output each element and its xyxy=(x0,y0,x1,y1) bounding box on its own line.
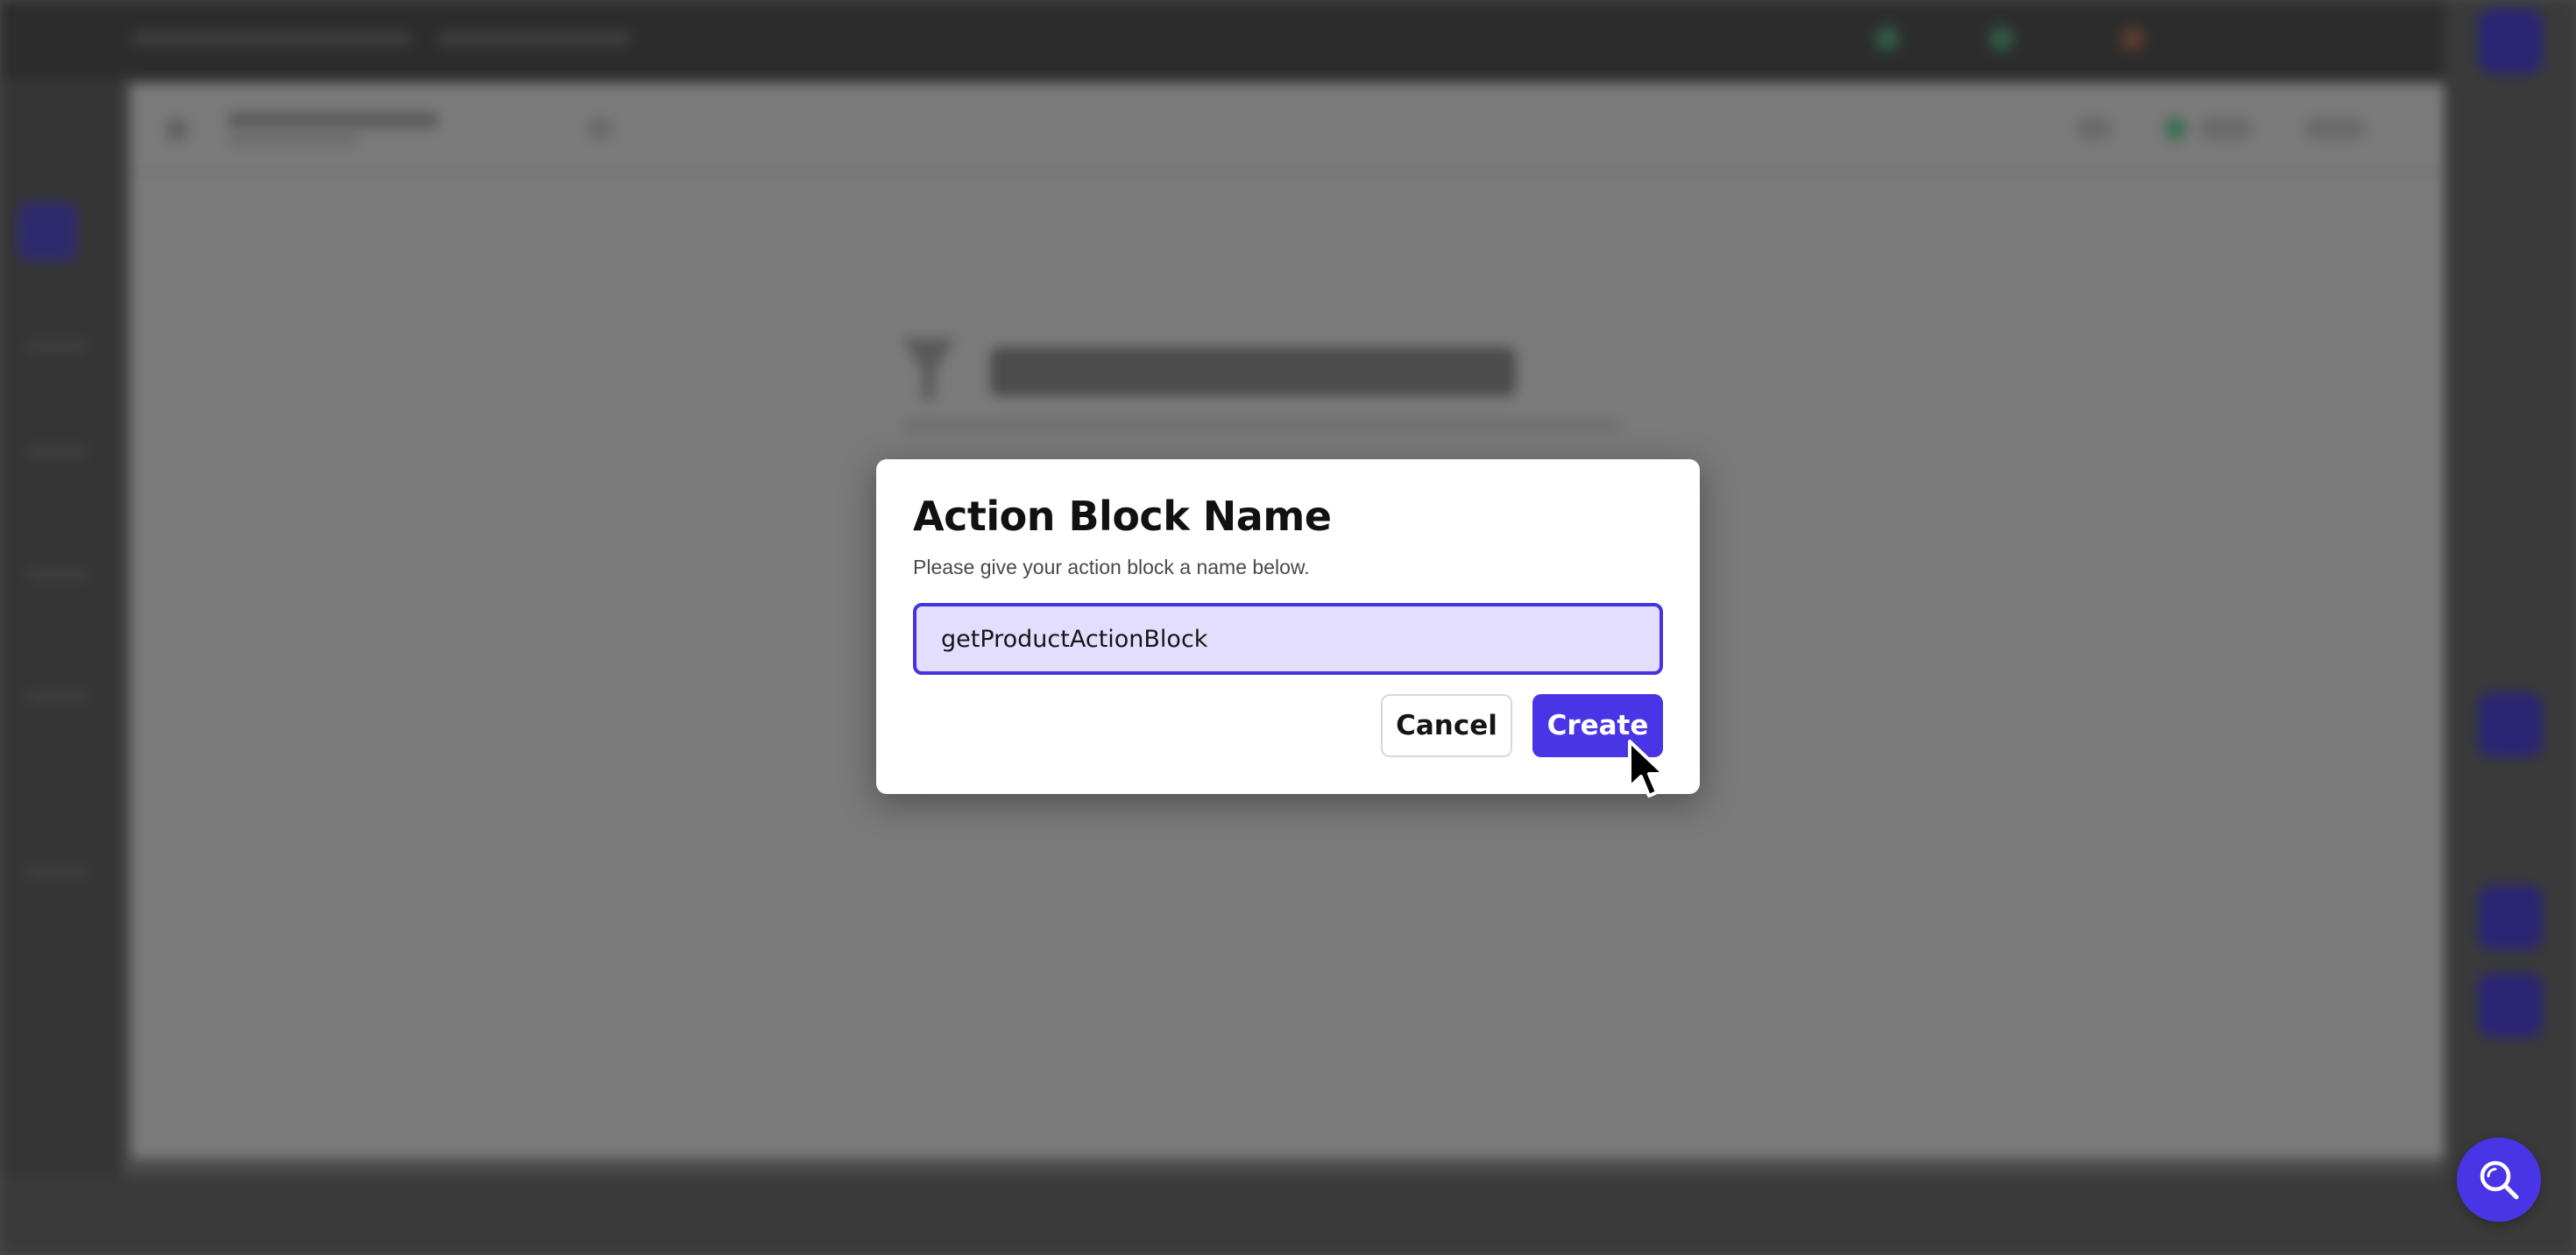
sidebar-item xyxy=(26,868,88,876)
sidebar-item xyxy=(26,342,88,351)
cancel-button[interactable]: Cancel xyxy=(1381,694,1512,757)
header-placeholder xyxy=(2304,117,2366,140)
background-title-placeholder xyxy=(990,347,1516,396)
cursor-arrow-icon xyxy=(1628,740,1666,798)
sidebar-item xyxy=(26,570,88,578)
topbar-status-dot xyxy=(1875,26,1900,51)
topbar-placeholder xyxy=(438,32,631,46)
main-header xyxy=(131,84,2445,174)
action-block-name-dialog: Action Block Name Please give your actio… xyxy=(876,459,1700,794)
topbar-placeholder xyxy=(131,32,412,46)
right-sidebar-button xyxy=(2478,692,2543,757)
app-topbar xyxy=(0,0,2576,79)
background-heading xyxy=(902,330,1621,435)
right-sidebar-button xyxy=(2478,973,2543,1038)
funnel-icon xyxy=(902,338,955,400)
dialog-title: Action Block Name xyxy=(913,493,1332,540)
header-status-dot xyxy=(2164,117,2187,140)
background-subtitle-placeholder xyxy=(902,421,1621,431)
header-placeholder xyxy=(2077,117,2112,140)
action-block-name-input[interactable] xyxy=(913,603,1663,675)
back-icon xyxy=(166,119,188,140)
app-bottombar xyxy=(0,1176,2576,1255)
header-subtitle-placeholder xyxy=(228,135,359,145)
right-sidebar-button xyxy=(2478,885,2543,950)
left-sidebar xyxy=(0,79,123,1255)
header-placeholder xyxy=(587,117,613,140)
search-fab-button[interactable] xyxy=(2457,1138,2541,1222)
right-sidebar-button xyxy=(2478,9,2543,74)
header-placeholder xyxy=(2199,117,2252,140)
dialog-subtitle: Please give your action block a name bel… xyxy=(913,556,1310,578)
right-sidebar xyxy=(2445,0,2576,1255)
sidebar-item xyxy=(26,692,88,701)
topbar-status-dot xyxy=(2120,26,2145,51)
sidebar-item xyxy=(26,447,88,456)
topbar-status-dot xyxy=(1989,26,2013,51)
sidebar-active-item xyxy=(18,202,77,261)
header-title-placeholder xyxy=(228,112,438,128)
search-icon xyxy=(2480,1160,2519,1200)
